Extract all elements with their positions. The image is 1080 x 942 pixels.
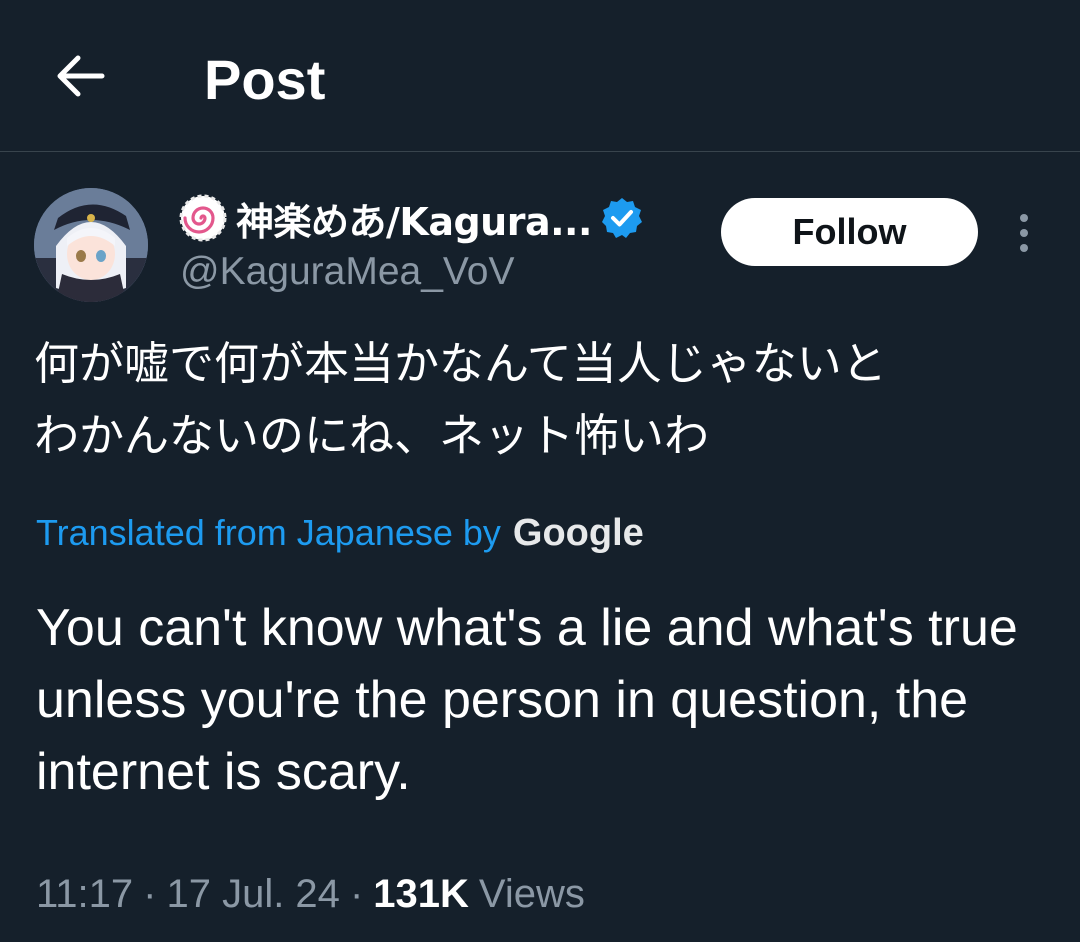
post-date[interactable]: 17 Jul. 24: [166, 872, 339, 917]
translated-from-link[interactable]: Translated from Japanese by: [36, 512, 501, 554]
follow-button[interactable]: Follow: [721, 198, 978, 266]
translation-attribution: Translated from Japanese by Google: [36, 512, 644, 562]
views-label: Views: [478, 871, 585, 916]
post-translated-text: You can't know what's a lie and what's t…: [36, 599, 1018, 801]
more-options-button[interactable]: [1006, 208, 1042, 258]
verified-badge-icon: [601, 198, 642, 238]
page-title: Post: [204, 48, 326, 111]
post-original-line-1: 何が嘘で何が本当かなんて当人じゃないと: [34, 337, 887, 390]
separator-dot: ·: [143, 871, 157, 916]
author-display-name[interactable]: 神楽めあ/Kagura...: [236, 191, 592, 246]
post-metadata: 11:17 · 17 Jul. 24 · 131K Views: [36, 866, 585, 922]
views-count[interactable]: 131K: [373, 872, 469, 917]
back-button[interactable]: [44, 46, 116, 106]
post-original-line-2: わかんないのにね、ネット怖いわ: [34, 409, 710, 462]
author-name-row[interactable]: 神楽めあ/Kagura...: [178, 190, 644, 246]
post-original-text: 何が嘘で何が本当かなんて当人じゃないと わかんないのにね、ネット怖いわ: [34, 328, 1044, 472]
top-bar: Post: [0, 0, 1080, 152]
avatar[interactable]: [34, 188, 148, 302]
google-logo-text: Google: [512, 512, 644, 554]
arrow-left-icon: [57, 55, 105, 97]
more-vertical-icon: [1020, 214, 1028, 252]
post-time[interactable]: 11:17: [36, 872, 133, 917]
narutomaki-emoji-icon: [179, 194, 227, 242]
author-handle[interactable]: @KaguraMea_VoV: [180, 246, 514, 298]
separator-dot: ·: [349, 871, 364, 916]
